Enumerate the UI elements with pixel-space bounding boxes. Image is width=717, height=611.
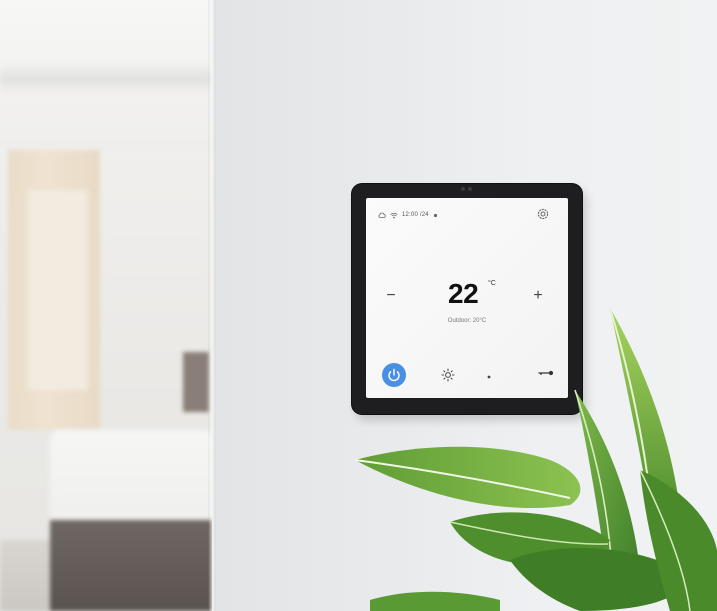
bed-base: [50, 520, 212, 611]
wall-corner-edge: [208, 0, 216, 611]
gear-icon[interactable]: [537, 208, 549, 220]
wifi-icon: [390, 212, 398, 218]
temperature-unit: °C: [488, 280, 496, 287]
status-time: 12:00 /24: [402, 212, 429, 218]
photo-scene: 12:00 /24 − 22 °C + Outdoor: 20°C: [0, 0, 717, 611]
blurred-room-background: [0, 0, 212, 611]
cloud-icon: [378, 212, 386, 218]
potted-plant-leaves: [354, 307, 717, 611]
wall-picture-frame: [183, 352, 209, 412]
sun-small-icon: [433, 213, 437, 217]
ceiling-molding: [0, 64, 212, 94]
status-bar: 12:00 /24: [378, 210, 438, 220]
doorway-opening: [28, 190, 88, 390]
device-sensors: [461, 187, 473, 192]
